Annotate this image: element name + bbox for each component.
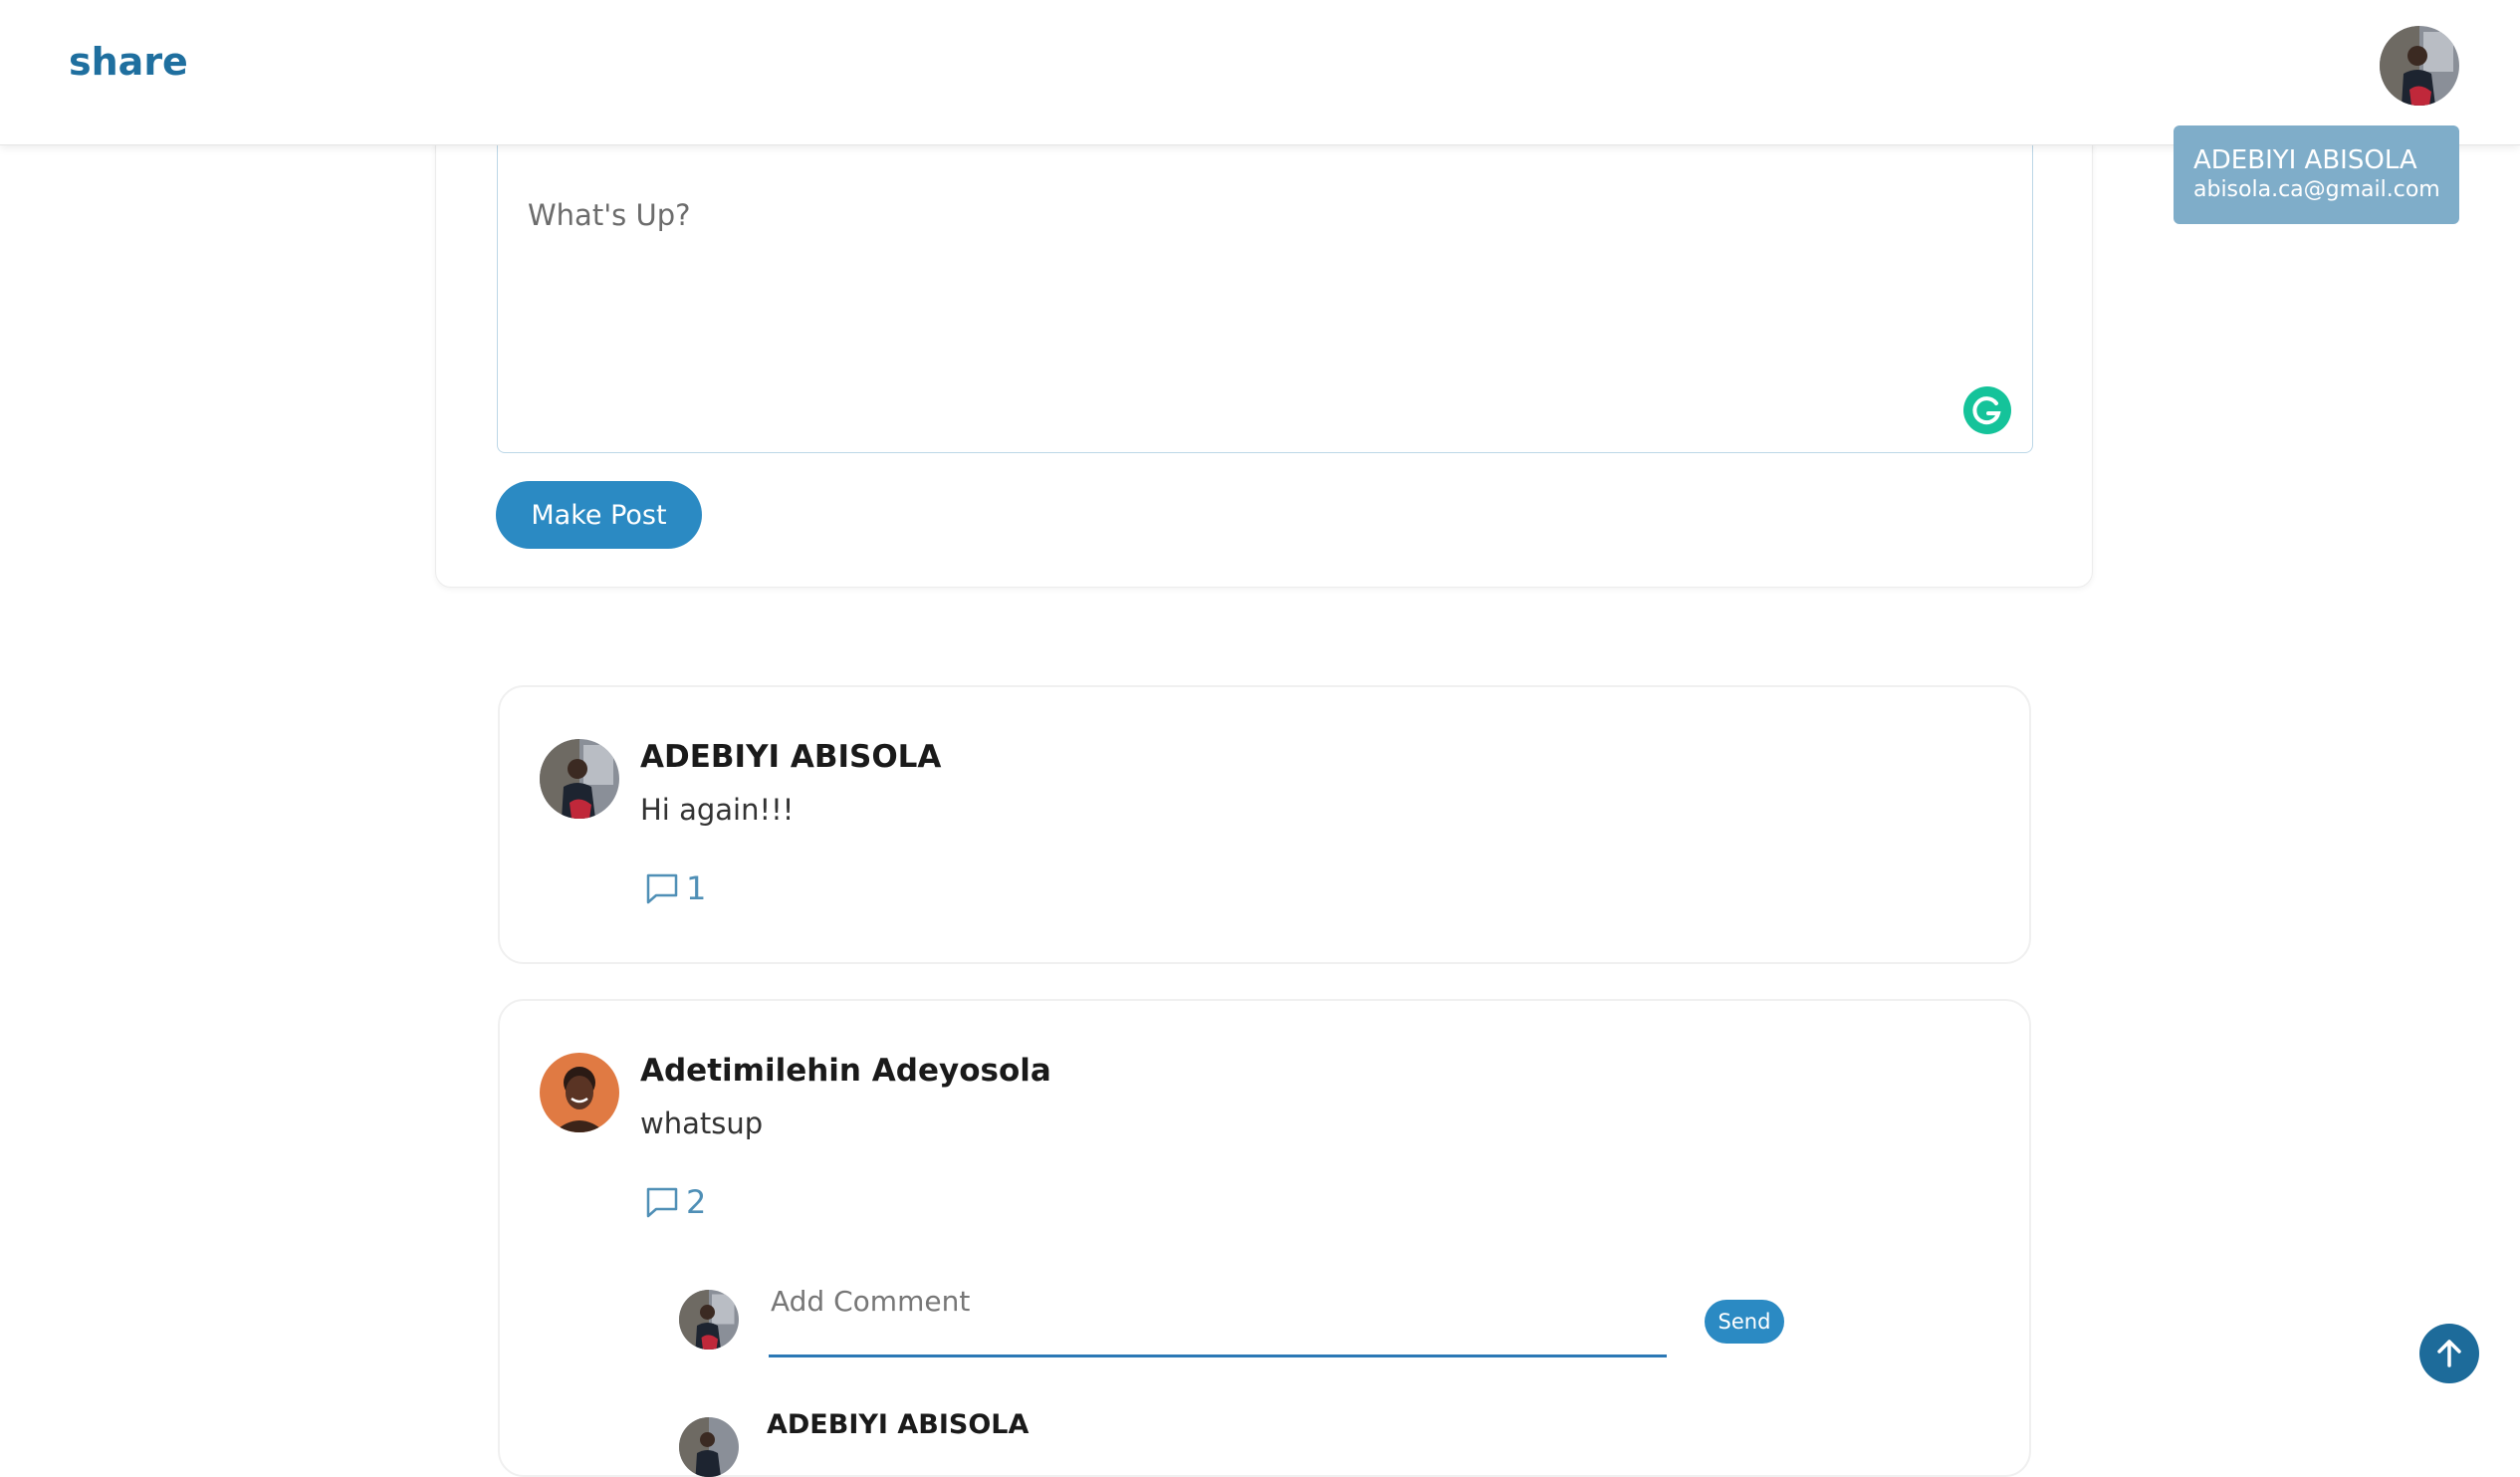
- post-card: ADEBIYI ABISOLA Hi again!!! 1: [498, 685, 2031, 964]
- comment-count: 1: [686, 869, 707, 907]
- comment-count: 2: [686, 1183, 707, 1221]
- grammarly-icon[interactable]: [1963, 386, 2011, 434]
- comments-toggle[interactable]: 2: [643, 1182, 706, 1222]
- comment-icon: [646, 1187, 678, 1218]
- reply-author-name[interactable]: ADEBIYI ABISOLA: [767, 1409, 1029, 1440]
- send-comment-button[interactable]: Send: [1705, 1300, 1784, 1344]
- post-author-name[interactable]: ADEBIYI ABISOLA: [640, 739, 941, 775]
- reply-author-avatar[interactable]: [679, 1417, 739, 1477]
- top-navbar: share: [0, 0, 2520, 145]
- commenter-avatar: [679, 1290, 739, 1350]
- user-card-name: ADEBIYI ABISOLA: [2193, 145, 2417, 175]
- post-textarea[interactable]: [497, 111, 2033, 453]
- header-user-avatar[interactable]: [2380, 26, 2459, 106]
- post-author-name[interactable]: Adetimilehin Adeyosola: [640, 1053, 1051, 1089]
- post-composer: Make Post: [435, 110, 2093, 588]
- brand-logo[interactable]: share: [69, 40, 188, 84]
- scroll-to-top-button[interactable]: [2419, 1324, 2479, 1383]
- arrow-up-icon: [2437, 1340, 2461, 1367]
- add-comment-input[interactable]: [769, 1272, 1667, 1357]
- post-card: Adetimilehin Adeyosola whatsup 2 Send AD…: [498, 999, 2031, 1477]
- post-author-avatar[interactable]: [540, 739, 619, 819]
- post-text: whatsup: [640, 1107, 764, 1140]
- make-post-button[interactable]: Make Post: [496, 481, 702, 549]
- user-card-email: abisola.ca@gmail.com: [2193, 177, 2440, 202]
- post-text: Hi again!!!: [640, 793, 795, 827]
- user-info-dropdown: ADEBIYI ABISOLA abisola.ca@gmail.com: [2174, 125, 2459, 224]
- comments-toggle[interactable]: 1: [643, 868, 706, 908]
- post-author-avatar[interactable]: [540, 1053, 619, 1132]
- comment-icon: [646, 873, 678, 904]
